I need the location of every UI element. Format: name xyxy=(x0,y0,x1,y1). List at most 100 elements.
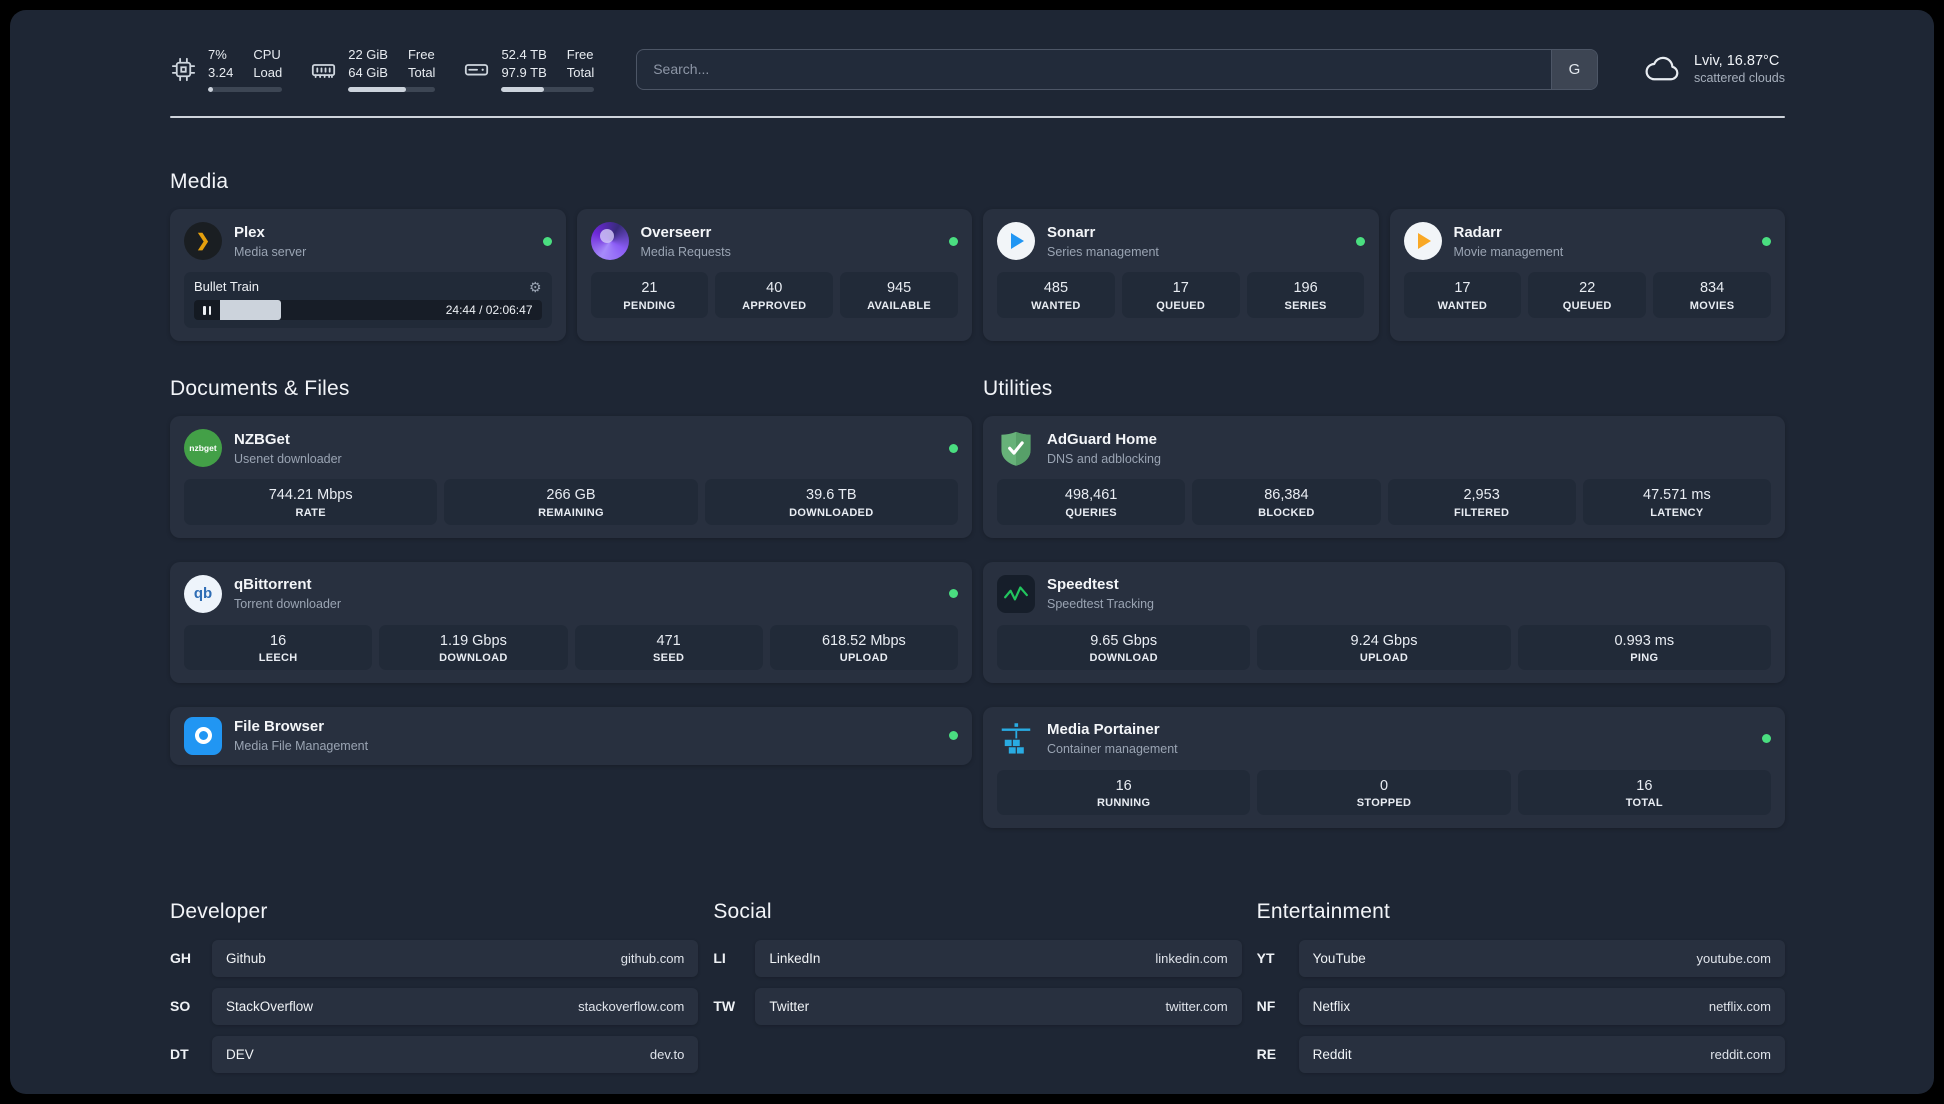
status-dot xyxy=(949,443,958,453)
qbittorrent-card[interactable]: qb qBittorrent Torrent downloader 16 LEEC… xyxy=(170,561,972,683)
cpu-load-value: 3.24 xyxy=(208,65,234,81)
bookmark-abbr: SO xyxy=(170,998,191,1015)
utilities-heading: Utilities xyxy=(983,377,1053,401)
plex-icon: ❯ xyxy=(184,222,222,261)
portainer-card[interactable]: Media Portainer Container management 16 R… xyxy=(983,706,1785,828)
plex-card[interactable]: ❯ Plex Media server Bullet Train ⚙ 24:44… xyxy=(170,209,566,342)
speedtest-card[interactable]: Speedtest Speedtest Tracking 9.65 Gbps DO… xyxy=(983,561,1785,683)
bookmark-name: StackOverflow xyxy=(226,998,314,1014)
stat-tile: 17 WANTED xyxy=(1403,272,1522,318)
bookmark-abbr: YT xyxy=(1256,950,1275,967)
radarr-card[interactable]: Radarr Movie management 17 WANTED 22 QUEUE… xyxy=(1389,209,1785,342)
ram-progress-fill xyxy=(348,87,406,93)
stat-label: FILTERED xyxy=(1453,506,1510,519)
status-dot xyxy=(1355,236,1365,246)
disk-free-value: 52.4 TB xyxy=(501,47,547,62)
qbittorrent-header: qb qBittorrent Torrent downloader xyxy=(184,574,958,613)
now-playing-title: Bullet Train xyxy=(194,279,260,295)
bookmark-link-github[interactable]: Github github.com xyxy=(212,939,699,977)
search-input[interactable] xyxy=(637,49,1551,89)
app-name: NZBGet xyxy=(234,430,290,448)
stat-label: RUNNING xyxy=(1096,796,1151,809)
bookmark-link-netflix[interactable]: Netflix netflix.com xyxy=(1298,987,1785,1025)
stat-label: WANTED xyxy=(1031,299,1081,312)
disk-total-label: Total xyxy=(566,65,595,81)
app-subtitle: Media Requests xyxy=(640,244,731,259)
bookmark-link-reddit[interactable]: Reddit reddit.com xyxy=(1298,1035,1785,1073)
app-name: Radarr xyxy=(1453,223,1502,241)
weather-location: Lviv, 16.87°C xyxy=(1693,53,1780,70)
bookmark-link-twitter[interactable]: Twitter twitter.com xyxy=(755,987,1242,1025)
media-heading: Media xyxy=(170,170,229,194)
bookmark-row: RE Reddit reddit.com xyxy=(1257,1035,1785,1073)
stat-value: 266 GB xyxy=(546,487,596,504)
sonarr-card[interactable]: Sonarr Series management 485 WANTED 17 QUE… xyxy=(983,209,1379,342)
app-name: qBittorrent xyxy=(234,576,312,593)
app-subtitle: Usenet downloader xyxy=(234,451,342,466)
stat-value: 17 xyxy=(1454,280,1471,297)
playback-progress-track[interactable]: 24:44 / 02:06:47 xyxy=(220,300,542,321)
overseerr-icon xyxy=(590,222,629,261)
bookmark-url: twitter.com xyxy=(1165,998,1228,1014)
filebrowser-icon xyxy=(184,716,222,755)
stat-value: 40 xyxy=(766,280,783,297)
status-dot xyxy=(949,236,958,246)
stat-tile: 22 QUEUED xyxy=(1528,272,1647,318)
bookmark-url: stackoverflow.com xyxy=(578,998,685,1014)
entertainment-section: Entertainment YT YouTube youtube.com NF … xyxy=(1257,900,1785,1073)
stat-value: 945 xyxy=(886,280,912,297)
stat-value: 196 xyxy=(1293,280,1318,297)
bookmark-name: DEV xyxy=(226,1046,254,1062)
overseerr-card[interactable]: Overseerr Media Requests 21 PENDING 40 APP… xyxy=(576,209,972,342)
app-titles: AdGuard Home DNS and adblocking xyxy=(1047,431,1161,466)
developer-section: Developer GH Github github.com SO StackO… xyxy=(170,900,699,1073)
portainer-header: Media Portainer Container management xyxy=(997,720,1771,758)
stat-label: DOWNLOADED xyxy=(789,506,874,519)
stat-label: DOWNLOAD xyxy=(1089,651,1158,664)
app-titles: File Browser Media File Management xyxy=(234,718,368,753)
stat-tile: 498,461 QUERIES xyxy=(997,479,1186,525)
stat-label: AVAILABLE xyxy=(867,299,932,312)
bookmark-link-dev[interactable]: DEV dev.to xyxy=(212,1035,699,1073)
bookmark-name: LinkedIn xyxy=(769,950,821,966)
bookmark-abbr: TW xyxy=(713,998,736,1015)
nzbget-card[interactable]: nzbget NZBGet Usenet downloader 744.21 M… xyxy=(170,416,972,538)
search-engine-button[interactable]: G xyxy=(1550,49,1597,89)
ram-readout: 22 GiB 64 GiB Free Total xyxy=(348,46,436,93)
adguard-card[interactable]: AdGuard Home DNS and adblocking 498,461 Q… xyxy=(983,416,1785,538)
radarr-icon xyxy=(1403,222,1442,261)
bookmark-link-stackoverflow[interactable]: StackOverflow stackoverflow.com xyxy=(212,987,699,1025)
stat-label: SEED xyxy=(653,651,685,664)
ram-total-value: 64 GiB xyxy=(348,65,388,81)
stat-tile: 266 GB REMAINING xyxy=(444,479,698,525)
filebrowser-card[interactable]: File Browser Media File Management xyxy=(170,706,972,765)
bookmark-link-youtube[interactable]: YouTube youtube.com xyxy=(1298,939,1785,977)
stat-value: 16 xyxy=(270,632,287,649)
pause-button[interactable] xyxy=(194,300,220,321)
stat-value: 9.65 Gbps xyxy=(1090,632,1158,649)
app-titles: Media Portainer Container management xyxy=(1047,721,1178,756)
stat-value: 1.19 Gbps xyxy=(439,632,507,649)
bookmark-abbr: DT xyxy=(170,1046,189,1063)
stat-tile: 618.52 Mbps UPLOAD xyxy=(769,624,958,670)
app-subtitle: Speedtest Tracking xyxy=(1047,597,1155,611)
stat-tile: 40 APPROVED xyxy=(715,272,834,318)
app-subtitle: Media File Management xyxy=(234,739,369,754)
stat-label: PENDING xyxy=(623,299,676,312)
stat-label: PING xyxy=(1630,651,1659,664)
bookmark-abbr: NF xyxy=(1256,998,1276,1015)
gear-icon[interactable]: ⚙ xyxy=(529,280,542,294)
status-dot xyxy=(1762,734,1771,744)
bookmark-link-linkedin[interactable]: LinkedIn linkedin.com xyxy=(755,939,1242,977)
app-name: Plex xyxy=(234,223,265,241)
app-titles: Sonarr Series management xyxy=(1047,224,1159,259)
stat-value: 744.21 Mbps xyxy=(268,487,353,504)
media-section: Media ❯ Plex Media server Bullet Train ⚙ xyxy=(170,170,1785,342)
cpu-progress-fill xyxy=(208,87,214,93)
app-subtitle: Media server xyxy=(234,244,307,259)
disk-widget: 52.4 TB 97.9 TB Free Total xyxy=(463,46,595,93)
stat-tile: 0.993 ms PING xyxy=(1517,624,1771,670)
cpu-progress-bar xyxy=(208,87,283,93)
weather-text: Lviv, 16.87°C scattered clouds xyxy=(1694,53,1785,85)
bookmark-name: Twitter xyxy=(769,998,810,1014)
